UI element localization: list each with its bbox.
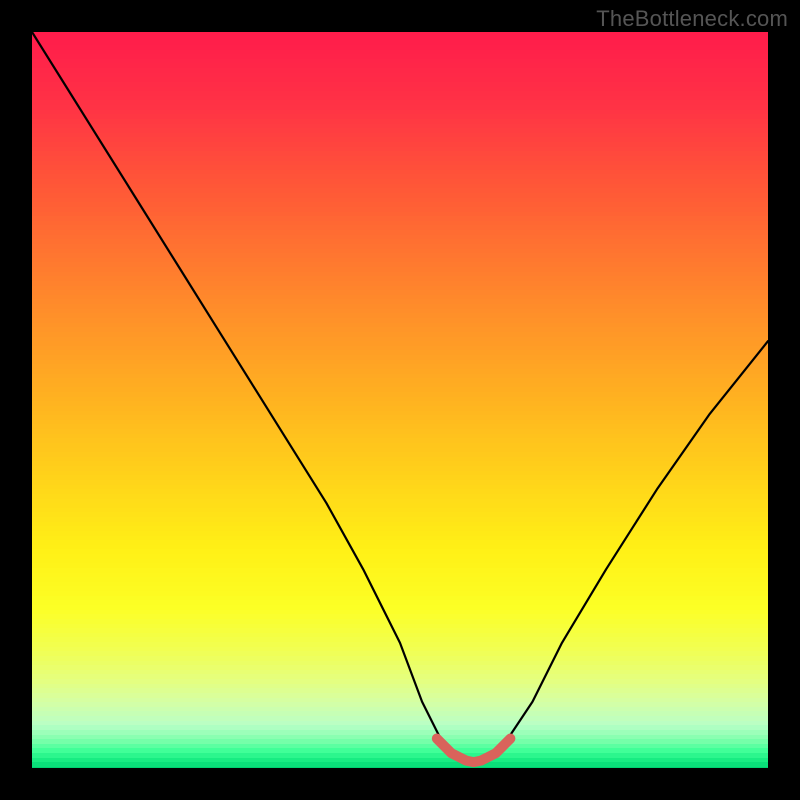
optimal-band-marker <box>437 739 511 763</box>
bottleneck-curve <box>32 32 768 764</box>
chart-frame: TheBottleneck.com <box>0 0 800 800</box>
curve-layer <box>32 32 768 768</box>
watermark-text: TheBottleneck.com <box>596 6 788 32</box>
plot-area <box>32 32 768 768</box>
